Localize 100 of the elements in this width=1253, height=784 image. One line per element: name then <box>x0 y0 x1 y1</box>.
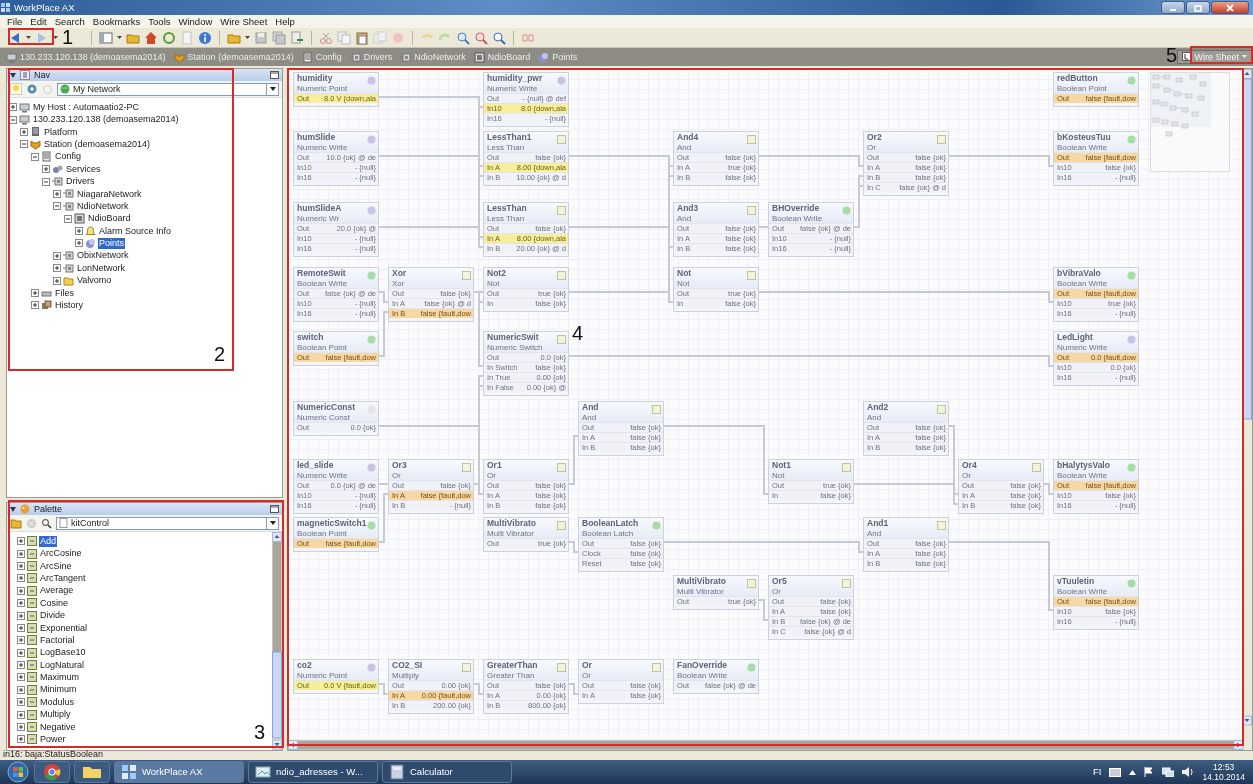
start-button[interactable] <box>6 761 30 783</box>
clock-date[interactable]: 14.10.2014 <box>1202 772 1245 782</box>
home-icon[interactable] <box>144 30 158 45</box>
palette-item[interactable]: Cosine <box>39 597 69 609</box>
browser-icon[interactable] <box>34 761 70 783</box>
expand-toggle[interactable] <box>17 710 25 719</box>
tree-item[interactable]: My Host : Automaatio2-PC <box>32 101 141 113</box>
tree-item[interactable]: ObixNetwork <box>76 250 130 262</box>
caret-icon[interactable] <box>53 36 58 39</box>
expand-toggle[interactable] <box>31 289 39 298</box>
zoom-out-icon[interactable] <box>474 30 488 45</box>
expand-toggle[interactable] <box>17 685 25 694</box>
paste-icon[interactable] <box>355 30 369 45</box>
palette-item[interactable]: ArcCosine <box>39 548 83 559</box>
expand-toggle[interactable] <box>53 202 61 211</box>
refresh-icon[interactable] <box>162 30 176 45</box>
menu-item[interactable]: Tools <box>144 15 175 28</box>
tree-item[interactable]: NdioBoard <box>87 213 132 225</box>
expand-toggle[interactable] <box>17 549 25 558</box>
tree-item[interactable]: NdioNetwork <box>76 200 130 212</box>
menu-item[interactable]: File <box>3 15 27 28</box>
expand-toggle[interactable] <box>53 189 61 198</box>
expand-toggle[interactable] <box>75 227 83 236</box>
folder-icon[interactable] <box>74 761 110 783</box>
tree-item[interactable]: NiagaraNetwork <box>76 188 143 200</box>
breadcrumb-item[interactable]: Station (demoasema2014) <box>171 51 300 63</box>
expand-toggle[interactable] <box>53 264 61 273</box>
palette-item[interactable]: Minimum <box>39 684 78 696</box>
tree-item[interactable]: Platform <box>43 126 79 138</box>
menu-item[interactable]: Window <box>174 15 217 28</box>
expand-toggle[interactable] <box>17 537 25 546</box>
breadcrumb-item[interactable]: Config <box>299 51 348 63</box>
network-dropdown[interactable]: My Network <box>57 82 279 96</box>
caret-icon[interactable] <box>117 36 122 39</box>
close-icon[interactable] <box>1225 3 1235 12</box>
palette-item[interactable]: Average <box>39 585 75 597</box>
expand-toggle[interactable] <box>75 239 83 248</box>
palette-item[interactable]: Factorial <box>39 634 76 646</box>
calculator-icon[interactable] <box>389 764 405 780</box>
expand-toggle[interactable] <box>17 636 25 645</box>
vertical-scrollbar[interactable] <box>272 532 282 750</box>
caret-icon[interactable] <box>26 36 31 39</box>
maximize-icon[interactable] <box>270 505 279 513</box>
horizontal-scrollbar[interactable] <box>288 740 1244 750</box>
expand-toggle[interactable] <box>53 276 61 285</box>
palette-item[interactable]: LogBase10 <box>39 647 87 659</box>
expand-toggle[interactable] <box>20 127 28 136</box>
taskbar-button[interactable]: Calculator <box>382 761 512 783</box>
breadcrumb-item[interactable]: NdioBoard <box>471 51 537 63</box>
palette-item[interactable]: Multiply <box>39 709 72 721</box>
tree-item[interactable]: Alarm Source Info <box>98 225 173 237</box>
breadcrumb-item[interactable]: Points <box>536 51 584 63</box>
expand-toggle[interactable] <box>17 698 25 707</box>
caret-icon[interactable] <box>245 36 250 39</box>
tree-item[interactable]: Station (demoasema2014) <box>43 138 152 150</box>
expand-toggle[interactable] <box>9 115 17 124</box>
expand-toggle[interactable] <box>17 623 25 632</box>
speaker-icon[interactable] <box>1182 767 1195 777</box>
flag-icon[interactable] <box>1144 767 1155 777</box>
palette-item[interactable]: ArcSine <box>39 560 73 572</box>
expand-toggle[interactable] <box>17 574 25 583</box>
tree-item[interactable]: Files <box>54 287 75 299</box>
clock-time[interactable]: 12:53 <box>1202 762 1245 772</box>
palette-item[interactable]: Power <box>39 734 67 745</box>
show-hidden-icons-icon[interactable] <box>1129 769 1137 775</box>
menu-item[interactable]: Bookmarks <box>88 15 145 28</box>
palette-item[interactable]: LogNatural <box>39 659 86 671</box>
menu-item[interactable]: Search <box>50 15 89 28</box>
search-icon[interactable] <box>41 517 52 529</box>
taskbar-button[interactable]: WorkPlace AX <box>114 761 244 783</box>
menu-item[interactable]: Wire Sheet <box>216 15 272 28</box>
module-dropdown[interactable]: kitControl <box>56 516 279 530</box>
expand-toggle[interactable] <box>20 140 28 149</box>
vertical-scrollbar[interactable] <box>1242 69 1252 726</box>
tree-item[interactable]: Config <box>54 151 82 163</box>
network-icon[interactable] <box>1162 767 1175 777</box>
keyboard-icon[interactable] <box>1109 767 1122 777</box>
menu-item[interactable]: Help <box>271 15 299 28</box>
grid-icon[interactable] <box>121 764 137 780</box>
tree-item[interactable]: Points <box>98 238 125 249</box>
expand-toggle[interactable] <box>42 177 50 186</box>
taskbar-button[interactable]: ndio_adresses - W... <box>248 761 378 783</box>
expand-toggle[interactable] <box>64 214 72 223</box>
caret-icon[interactable] <box>269 87 276 91</box>
zoom-in-icon[interactable] <box>456 30 470 45</box>
folder-icon[interactable] <box>10 517 22 529</box>
tree-item[interactable]: Services <box>65 163 102 175</box>
breadcrumb-item[interactable]: 130.233.120.138 (demoasema2014) <box>4 51 172 63</box>
expand-toggle[interactable] <box>9 103 17 112</box>
palette-item[interactable]: Negative <box>39 721 77 733</box>
menu-item[interactable]: Edit <box>26 15 51 28</box>
tree-item[interactable]: 130.233.120.138 (demoasema2014) <box>32 114 180 125</box>
minimize-button[interactable] <box>1161 1 1185 14</box>
caret-icon[interactable] <box>269 521 276 525</box>
expand-toggle[interactable] <box>31 301 39 310</box>
tree-item[interactable]: Drivers <box>65 176 96 187</box>
search-icon[interactable] <box>492 30 506 45</box>
expand-toggle[interactable] <box>17 599 25 608</box>
palette-item[interactable]: Add <box>39 535 57 547</box>
language-indicator[interactable]: FI <box>1093 766 1102 778</box>
